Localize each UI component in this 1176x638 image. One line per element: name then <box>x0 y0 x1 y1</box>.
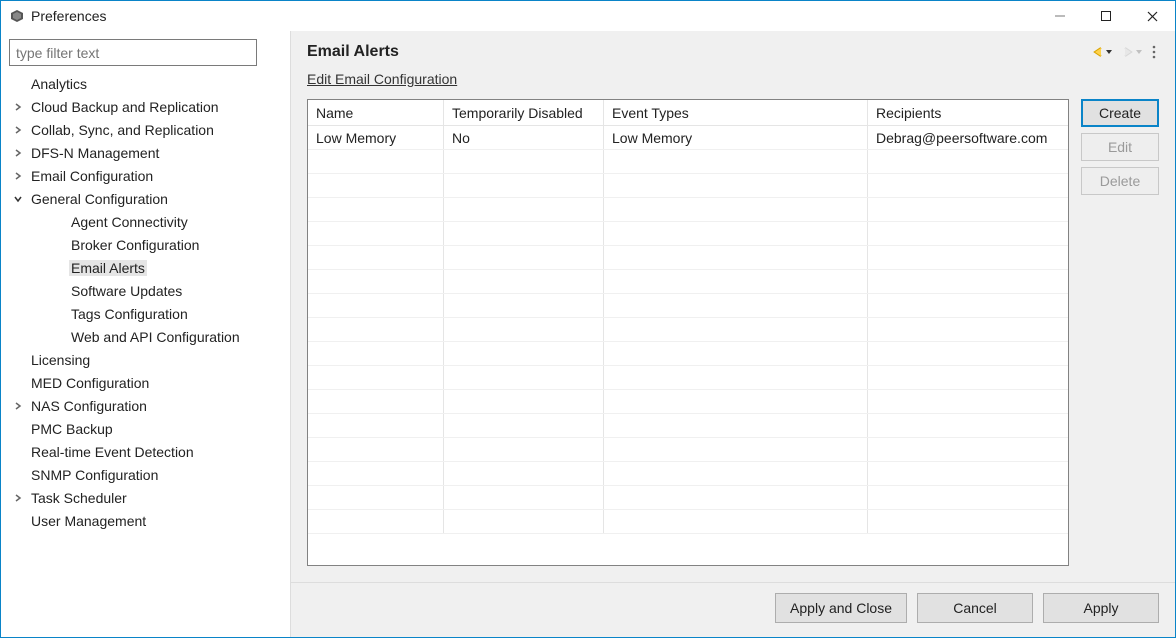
table-row[interactable] <box>308 486 1068 510</box>
edit-button: Edit <box>1081 133 1159 161</box>
table-row[interactable] <box>308 270 1068 294</box>
view-menu-button[interactable] <box>1149 43 1159 61</box>
tree-item-nas-config[interactable]: NAS Configuration <box>11 394 286 417</box>
table-row[interactable] <box>308 390 1068 414</box>
chevron-down-icon[interactable] <box>11 192 25 206</box>
chevron-right-icon[interactable] <box>11 100 25 114</box>
title-bar: Preferences <box>1 1 1175 31</box>
cell-disabled: No <box>444 126 604 149</box>
app-icon <box>9 8 25 24</box>
maximize-button[interactable] <box>1083 1 1129 31</box>
cancel-button[interactable]: Cancel <box>917 593 1033 623</box>
close-button[interactable] <box>1129 1 1175 31</box>
chevron-right-icon[interactable] <box>11 123 25 137</box>
col-event-types[interactable]: Event Types <box>604 100 868 125</box>
minimize-button[interactable] <box>1037 1 1083 31</box>
nav-forward-button[interactable] <box>1119 43 1145 61</box>
window-title: Preferences <box>31 8 106 24</box>
apply-button[interactable]: Apply <box>1043 593 1159 623</box>
col-temp-disabled[interactable]: Temporarily Disabled <box>444 100 604 125</box>
dropdown-icon <box>1135 48 1143 56</box>
tree-item-dfsn[interactable]: DFS-N Management <box>11 141 286 164</box>
table-row[interactable] <box>308 318 1068 342</box>
tree-item-pmc-backup[interactable]: PMC Backup <box>11 417 286 440</box>
table-row[interactable] <box>308 462 1068 486</box>
col-name[interactable]: Name <box>308 100 444 125</box>
table-row[interactable] <box>308 294 1068 318</box>
tree-item-tags-config[interactable]: Tags Configuration <box>11 302 286 325</box>
tree-item-agent-connectivity[interactable]: Agent Connectivity <box>11 210 286 233</box>
chevron-right-icon[interactable] <box>11 399 25 413</box>
cell-recipients: Debrag@peersoftware.com <box>868 126 1068 149</box>
edit-email-config-link[interactable]: Edit Email Configuration <box>307 71 457 87</box>
filter-text-input[interactable] <box>9 39 257 66</box>
cell-event-types: Low Memory <box>604 126 868 149</box>
chevron-right-icon[interactable] <box>11 146 25 160</box>
dropdown-icon <box>1105 48 1113 56</box>
tree-item-realtime-event[interactable]: Real-time Event Detection <box>11 440 286 463</box>
table-row[interactable] <box>308 222 1068 246</box>
chevron-right-icon[interactable] <box>11 169 25 183</box>
table-row[interactable] <box>308 174 1068 198</box>
tree-item-software-updates[interactable]: Software Updates <box>11 279 286 302</box>
tree-item-web-api-config[interactable]: Web and API Configuration <box>11 325 286 348</box>
tree-item-task-scheduler[interactable]: Task Scheduler <box>11 486 286 509</box>
nav-back-button[interactable] <box>1089 43 1115 61</box>
tree-item-collab-sync[interactable]: Collab, Sync, and Replication <box>11 118 286 141</box>
tree-item-user-management[interactable]: User Management <box>11 509 286 532</box>
apply-close-button[interactable]: Apply and Close <box>775 593 907 623</box>
tree-item-general-config[interactable]: General Configuration <box>11 187 286 210</box>
col-recipients[interactable]: Recipients <box>868 100 1068 125</box>
table-row[interactable] <box>308 366 1068 390</box>
table-row[interactable] <box>308 414 1068 438</box>
tree-item-broker-config[interactable]: Broker Configuration <box>11 233 286 256</box>
table-row[interactable] <box>308 198 1068 222</box>
page-title: Email Alerts <box>307 43 399 61</box>
table-row[interactable] <box>308 438 1068 462</box>
table-row[interactable] <box>308 342 1068 366</box>
tree-item-analytics[interactable]: Analytics <box>11 72 286 95</box>
table-row[interactable] <box>308 510 1068 534</box>
tree-item-email-alerts[interactable]: Email Alerts <box>11 256 286 279</box>
tree-item-licensing[interactable]: Licensing <box>11 348 286 371</box>
alerts-table[interactable]: Name Temporarily Disabled Event Types Re… <box>307 99 1069 566</box>
table-row[interactable]: Low Memory No Low Memory Debrag@peersoft… <box>308 126 1068 150</box>
tree-item-snmp-config[interactable]: SNMP Configuration <box>11 463 286 486</box>
chevron-right-icon[interactable] <box>11 491 25 505</box>
create-button[interactable]: Create <box>1081 99 1159 127</box>
table-header-row: Name Temporarily Disabled Event Types Re… <box>308 100 1068 126</box>
preferences-tree[interactable]: Analytics Cloud Backup and Replication C… <box>1 68 290 637</box>
table-row[interactable] <box>308 246 1068 270</box>
delete-button: Delete <box>1081 167 1159 195</box>
tree-item-cloud-backup[interactable]: Cloud Backup and Replication <box>11 95 286 118</box>
tree-item-email-config[interactable]: Email Configuration <box>11 164 286 187</box>
table-row[interactable] <box>308 150 1068 174</box>
tree-item-med-config[interactable]: MED Configuration <box>11 371 286 394</box>
cell-name: Low Memory <box>308 126 444 149</box>
